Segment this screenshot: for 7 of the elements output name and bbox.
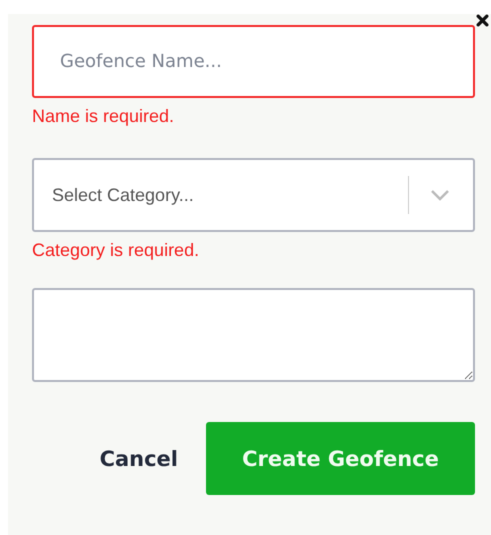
category-error: Category is required. bbox=[32, 240, 200, 262]
category-select[interactable]: Select Category... bbox=[32, 158, 475, 232]
name-input[interactable]: Geofence Name... bbox=[32, 25, 475, 98]
cancel-button[interactable]: Cancel bbox=[100, 446, 178, 470]
close-icon[interactable] bbox=[476, 14, 489, 27]
chevron-down-icon bbox=[429, 189, 451, 201]
name-error: Name is required. bbox=[32, 106, 176, 128]
